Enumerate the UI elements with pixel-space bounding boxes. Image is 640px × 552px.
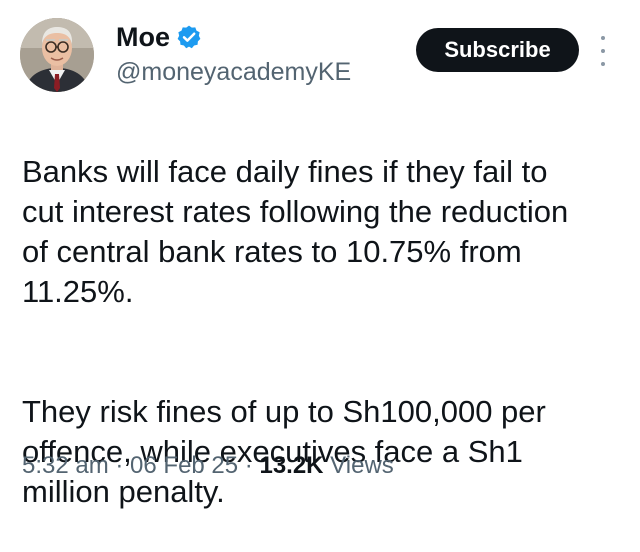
display-name-row[interactable]: Moe <box>116 22 202 52</box>
user-handle[interactable]: @moneyacademyKE <box>116 57 351 87</box>
profile-photo-icon <box>20 18 94 92</box>
dot-icon <box>601 49 605 53</box>
tweet-text: Banks will face daily fines if they fail… <box>22 112 632 552</box>
tweet-meta: 5:32 am · 06 Feb 25 · 13.2K Views <box>22 449 394 483</box>
verified-badge-icon[interactable] <box>176 24 202 50</box>
views-count[interactable]: 13.2K <box>259 452 323 479</box>
tweet-card: Moe @moneyacademyKE Subscribe Banks will… <box>0 0 640 509</box>
dot-icon <box>601 62 605 66</box>
tweet-paragraph: Banks will face daily fines if they fail… <box>22 154 569 309</box>
subscribe-button[interactable]: Subscribe <box>416 28 579 72</box>
meta-separator: · <box>238 452 260 479</box>
dot-icon <box>601 36 605 40</box>
vertical-ellipsis-icon[interactable] <box>596 36 610 66</box>
meta-separator: · <box>108 452 131 479</box>
avatar[interactable] <box>20 18 94 92</box>
views-label: Views <box>323 452 394 479</box>
tweet-date[interactable]: 06 Feb 25 <box>130 452 238 479</box>
display-name[interactable]: Moe <box>116 22 170 52</box>
tweet-time[interactable]: 5:32 am <box>22 452 109 479</box>
